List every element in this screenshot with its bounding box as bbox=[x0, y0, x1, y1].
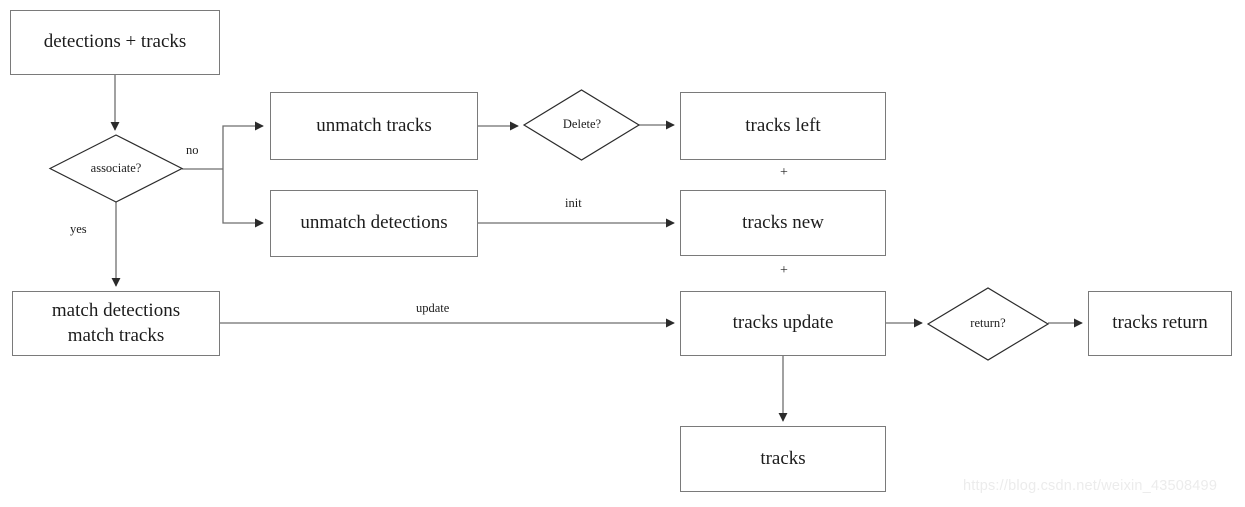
node-label: match detections match tracks bbox=[51, 300, 181, 346]
watermark: https://blog.csdn.net/weixin_43508499 bbox=[963, 478, 1217, 494]
edge-label-no: no bbox=[186, 143, 199, 158]
decision-label-text: associate? bbox=[90, 161, 142, 175]
edge-label-text: yes bbox=[70, 222, 87, 236]
flowchart-canvas: detections + tracks unmatch tracks unmat… bbox=[0, 0, 1245, 507]
operator-plus-tracks-left-new: + bbox=[770, 165, 798, 181]
node-detections-plus-tracks[interactable]: detections + tracks bbox=[10, 10, 220, 75]
node-tracks[interactable]: tracks bbox=[680, 426, 886, 492]
node-label: tracks bbox=[760, 447, 806, 469]
connector-layer bbox=[48, 75, 1083, 422]
node-tracks-update[interactable]: tracks update bbox=[680, 291, 886, 356]
node-label: tracks left bbox=[745, 114, 821, 136]
watermark-text: https://blog.csdn.net/weixin_43508499 bbox=[963, 478, 1218, 494]
node-tracks-new[interactable]: tracks new bbox=[680, 190, 886, 256]
node-unmatch-detections[interactable]: unmatch detections bbox=[270, 190, 478, 257]
node-label: unmatch tracks bbox=[316, 114, 432, 136]
edge-label-text: update bbox=[416, 301, 450, 315]
operator-plus-tracks-new-update: + bbox=[770, 263, 798, 279]
decision-label-text: Delete? bbox=[562, 117, 602, 131]
decision-delete-label: Delete? bbox=[542, 117, 622, 132]
operator-text: + bbox=[780, 263, 788, 278]
node-unmatch-tracks[interactable]: unmatch tracks bbox=[270, 92, 478, 160]
node-label: tracks return bbox=[1112, 312, 1208, 334]
node-label: detections + tracks bbox=[43, 31, 187, 53]
edge-label-init: init bbox=[565, 196, 582, 211]
node-label: unmatch detections bbox=[300, 212, 448, 234]
edge-label-text: init bbox=[565, 196, 582, 210]
decision-label-text: return? bbox=[970, 316, 1006, 330]
operator-text: + bbox=[780, 165, 788, 180]
decision-return-label: return? bbox=[948, 316, 1028, 331]
node-match-detections-match-tracks[interactable]: match detections match tracks bbox=[12, 291, 220, 356]
node-tracks-return[interactable]: tracks return bbox=[1088, 291, 1232, 356]
node-label: tracks new bbox=[742, 211, 824, 233]
edge-associate-to-unmatch-tracks bbox=[222, 121, 264, 169]
edge-label-yes: yes bbox=[70, 222, 87, 237]
edge-label-update: update bbox=[416, 301, 449, 316]
node-tracks-left[interactable]: tracks left bbox=[680, 92, 886, 160]
edge-label-text: no bbox=[186, 143, 199, 157]
node-label: tracks update bbox=[732, 312, 834, 334]
edge-associate-to-unmatch-detections bbox=[222, 169, 264, 228]
decision-associate-label: associate? bbox=[66, 161, 166, 176]
